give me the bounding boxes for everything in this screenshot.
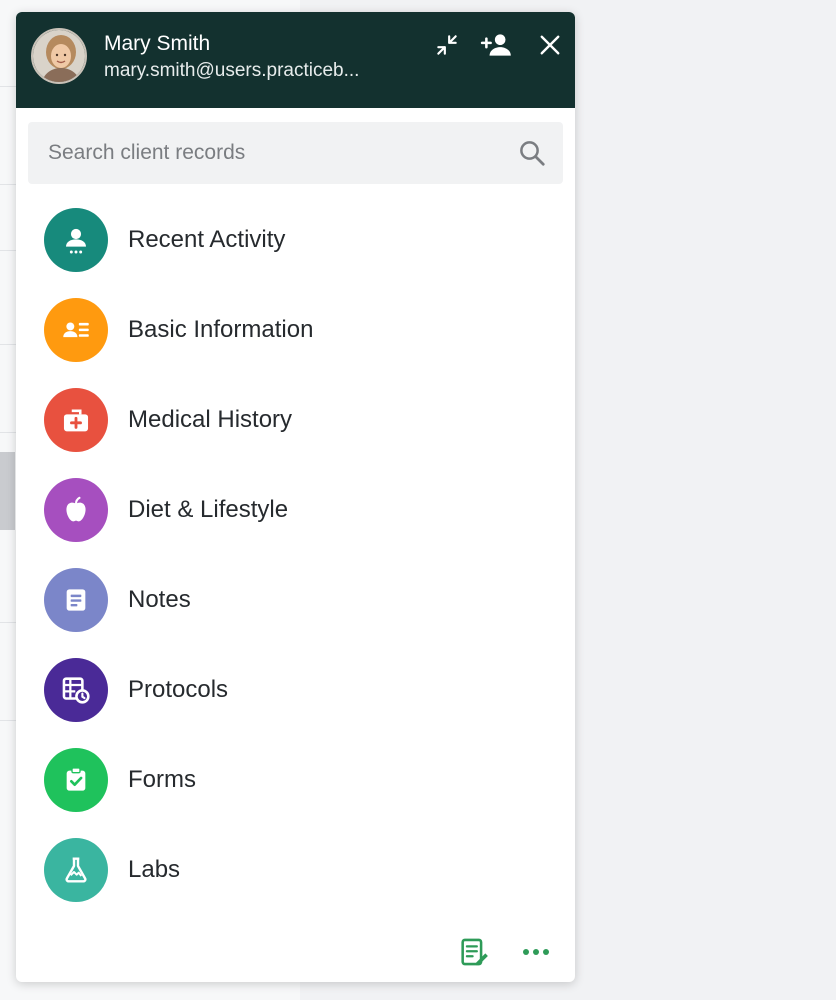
menu-item-label: Forms	[128, 766, 196, 793]
protocol-schedule-icon	[44, 658, 108, 722]
menu-item-label: Labs	[128, 856, 181, 883]
menu-item-notes[interactable]: Notes	[16, 568, 575, 658]
menu-item-labs[interactable]: Labs	[16, 838, 575, 928]
apple-icon	[44, 478, 108, 542]
menu-item-medical-history[interactable]: Medical History	[16, 388, 575, 478]
background-block	[0, 452, 15, 530]
note-icon	[44, 568, 108, 632]
add-user-button[interactable]	[480, 28, 514, 62]
edit-note-icon	[461, 938, 488, 966]
panel-header: Mary Smith mary.smith@users.practiceb...	[16, 12, 575, 108]
collapse-button[interactable]	[430, 28, 464, 62]
menu-item-recent-activity[interactable]: Recent Activity	[16, 208, 575, 298]
collapse-icon	[437, 35, 457, 55]
menu-item-diet-lifestyle[interactable]: Diet & Lifestyle	[16, 478, 575, 568]
edit-note-button[interactable]	[454, 932, 494, 972]
menu-item-label: Diet & Lifestyle	[128, 496, 289, 523]
close-icon	[540, 35, 560, 55]
clipboard-check-icon	[44, 748, 108, 812]
user-email: mary.smith@users.practiceb...	[104, 60, 360, 81]
client-panel: Mary Smith mary.smith@users.practiceb...	[16, 12, 575, 982]
medical-kit-icon	[44, 388, 108, 452]
menu-item-label: Protocols	[128, 676, 229, 703]
menu-item-label: Recent Activity	[128, 226, 286, 253]
user-name: Mary Smith	[104, 32, 211, 55]
menu-item-protocols[interactable]: Protocols	[16, 658, 575, 748]
menu-item-label: Notes	[128, 586, 191, 613]
search-input[interactable]	[28, 122, 518, 184]
user-activity-icon	[44, 208, 108, 272]
more-icon	[523, 949, 549, 955]
close-button[interactable]	[533, 28, 567, 62]
menu-item-basic-information[interactable]: Basic Information	[16, 298, 575, 388]
menu-item-forms[interactable]: Forms	[16, 748, 575, 838]
add-user-icon	[480, 34, 511, 56]
menu-item-label: Medical History	[128, 406, 293, 433]
search-icon[interactable]	[517, 138, 547, 168]
flask-icon	[44, 838, 108, 902]
more-options-button[interactable]	[516, 932, 556, 972]
search-box	[28, 122, 563, 184]
menu-item-label: Basic Information	[128, 316, 314, 343]
id-card-icon	[44, 298, 108, 362]
avatar	[31, 28, 87, 84]
